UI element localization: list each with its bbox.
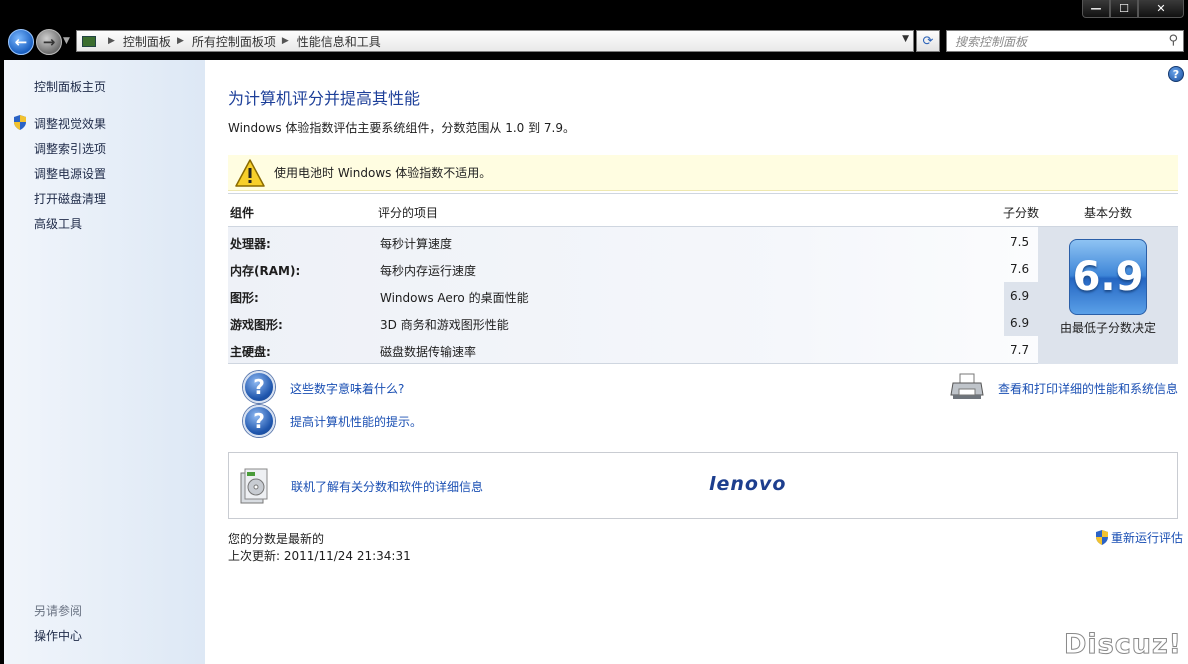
sidebar-item-indexing-options[interactable]: 调整索引选项 xyxy=(34,140,106,157)
window-title-bar: — ☐ ✕ xyxy=(0,0,1188,24)
uac-shield-icon xyxy=(1095,530,1108,545)
recent-pages-dropdown[interactable]: ▼ xyxy=(63,36,70,46)
score-status: 您的分数是最新的 xyxy=(228,532,325,546)
subscore: 6.9 xyxy=(1004,282,1038,309)
chevron-right-icon: ▶ xyxy=(281,36,289,46)
chevron-right-icon: ▶ xyxy=(176,36,184,46)
page-description: Windows 体验指数评估主要系统组件，分数范围从 1.0 到 7.9。 xyxy=(228,121,575,135)
uac-shield-icon xyxy=(14,115,26,130)
base-score-cell: 6.9 由最低子分数决定 xyxy=(1038,227,1178,364)
back-button[interactable]: ← xyxy=(8,29,34,55)
see-also-heading: 另请参阅 xyxy=(34,604,83,618)
chevron-right-icon: ▶ xyxy=(108,36,115,46)
close-button[interactable]: ✕ xyxy=(1138,0,1184,18)
rated-item: 每秒计算速度 xyxy=(380,237,453,251)
subscore: 7.7 xyxy=(1010,343,1030,357)
table-header: 组件 评分的项目 子分数 基本分数 xyxy=(228,193,1178,227)
last-updated-text: 上次更新: 2011/11/24 21:34:31 xyxy=(228,549,411,563)
breadcrumb-label: 所有控制面板项 xyxy=(191,34,276,49)
sidebar-item-home[interactable]: 控制面板主页 xyxy=(34,78,106,95)
forward-button[interactable]: → xyxy=(36,29,62,55)
content-frame: 控制面板主页 调整视觉效果 调整索引选项 调整电源设置 打开磁盘清理 高级工具 … xyxy=(4,60,1188,664)
refresh-button[interactable]: ⟳ xyxy=(916,30,940,52)
component-name: 游戏图形: xyxy=(230,318,283,332)
navigation-bar: ← → ▼ ▶ 控制面板 ▶ 所有控制面板项 ▶ 性能信息和工具 ▼ ⟳ 搜索控制面… xyxy=(0,24,1188,60)
sidebar-item-visual-effects[interactable]: 调整视觉效果 xyxy=(34,115,106,132)
address-dropdown-button[interactable]: ▼ xyxy=(902,34,909,44)
warning-bar: 使用电池时 Windows 体验指数不适用。 xyxy=(228,155,1178,191)
software-box-icon xyxy=(240,468,268,504)
warning-icon xyxy=(235,159,265,187)
rated-item: 磁盘数据传输速率 xyxy=(380,345,477,359)
address-bar[interactable]: ▶ 控制面板 ▶ 所有控制面板项 ▶ 性能信息和工具 ▼ xyxy=(76,30,914,52)
table-row-processor: 处理器: 每秒计算速度 7.5 xyxy=(228,228,1038,255)
rerun-label: 重新运行评估 xyxy=(1110,531,1183,545)
back-arrow-icon: ← xyxy=(14,33,28,51)
breadcrumb-item[interactable]: 性能信息和工具 xyxy=(297,33,381,50)
print-details-link[interactable]: 查看和打印详细的性能和系统信息 xyxy=(998,380,1178,397)
search-placeholder: 搜索控制面板 xyxy=(955,34,1028,49)
sidebar-item-disk-cleanup[interactable]: 打开磁盘清理 xyxy=(34,190,106,207)
score-table: 组件 评分的项目 子分数 基本分数 处理器: 每秒计算速度 7.5 内存(RAM… xyxy=(228,193,1178,364)
what-numbers-mean-link[interactable]: 这些数字意味着什么? xyxy=(290,380,404,397)
header-component: 组件 xyxy=(230,206,255,220)
table-row-graphics: 图形: Windows Aero 的桌面性能 6.9 xyxy=(228,282,1038,309)
component-name: 处理器: xyxy=(230,237,271,251)
help-question-icon[interactable]: ? xyxy=(243,405,275,437)
minimize-button[interactable]: — xyxy=(1082,0,1110,18)
online-info-box: 联机了解有关分数和软件的详细信息 lenovo xyxy=(228,452,1178,519)
base-score-tile: 6.9 xyxy=(1069,239,1147,315)
subscore: 7.5 xyxy=(1010,235,1030,249)
window-controls: — ☐ ✕ xyxy=(1082,0,1184,18)
main-content: ? 为计算机评分并提高其性能 Windows 体验指数评估主要系统组件，分数范围… xyxy=(205,60,1188,664)
subscore: 6.9 xyxy=(1004,309,1038,336)
header-subscore: 子分数 xyxy=(1003,206,1040,220)
component-name: 内存(RAM): xyxy=(230,264,301,278)
refresh-icon: ⟳ xyxy=(922,33,934,49)
help-icon[interactable]: ? xyxy=(1168,66,1184,82)
header-rated-item: 评分的项目 xyxy=(378,206,439,220)
forward-arrow-icon: → xyxy=(42,33,56,51)
printer-icon[interactable] xyxy=(950,373,984,401)
rated-item: Windows Aero 的桌面性能 xyxy=(380,291,529,305)
warning-text: 使用电池时 Windows 体验指数不适用。 xyxy=(274,166,492,180)
maximize-button[interactable]: ☐ xyxy=(1110,0,1138,18)
breadcrumb-label: 控制面板 xyxy=(122,34,171,49)
breadcrumb-item[interactable]: 所有控制面板项 ▶ xyxy=(192,33,297,50)
sidebar-item-power-settings[interactable]: 调整电源设置 xyxy=(34,165,106,182)
base-score-note: 由最低子分数决定 xyxy=(1059,321,1156,335)
table-row-primary-disk: 主硬盘: 磁盘数据传输速率 7.7 xyxy=(228,336,1038,363)
page-title: 为计算机评分并提高其性能 xyxy=(228,89,421,108)
rated-item: 每秒内存运行速度 xyxy=(380,264,477,278)
search-input[interactable]: 搜索控制面板 ⚲ xyxy=(946,30,1184,52)
component-name: 主硬盘: xyxy=(230,345,271,359)
search-icon[interactable]: ⚲ xyxy=(1168,33,1178,48)
help-question-icon[interactable]: ? xyxy=(243,371,275,403)
sidebar-item-action-center[interactable]: 操作中心 xyxy=(34,627,82,644)
table-row-gaming-graphics: 游戏图形: 3D 商务和游戏图形性能 6.9 xyxy=(228,309,1038,336)
discuz-watermark: Discuz! xyxy=(1064,629,1182,661)
table-row-memory: 内存(RAM): 每秒内存运行速度 7.6 xyxy=(228,255,1038,282)
rated-item: 3D 商务和游戏图形性能 xyxy=(380,318,509,332)
sidebar-item-advanced-tools[interactable]: 高级工具 xyxy=(34,215,82,232)
breadcrumb-item[interactable]: 控制面板 ▶ xyxy=(123,33,192,50)
header-base-score: 基本分数 xyxy=(1084,206,1133,220)
rerun-assessment-link[interactable]: 重新运行评估 xyxy=(1095,529,1183,546)
control-panel-icon xyxy=(82,35,96,47)
task-pane: 控制面板主页 调整视觉效果 调整索引选项 调整电源设置 打开磁盘清理 高级工具 … xyxy=(4,60,205,664)
breadcrumb-separator-root[interactable]: ▶ xyxy=(102,36,123,46)
component-name: 图形: xyxy=(230,291,259,305)
lenovo-logo[interactable]: lenovo xyxy=(709,473,786,495)
table-body: 处理器: 每秒计算速度 7.5 内存(RAM): 每秒内存运行速度 7.6 图形… xyxy=(228,227,1178,364)
breadcrumb-label: 性能信息和工具 xyxy=(296,34,381,49)
subscore: 7.6 xyxy=(1010,262,1030,276)
performance-tips-link[interactable]: 提高计算机性能的提示。 xyxy=(290,413,422,430)
online-details-link[interactable]: 联机了解有关分数和软件的详细信息 xyxy=(291,478,483,495)
